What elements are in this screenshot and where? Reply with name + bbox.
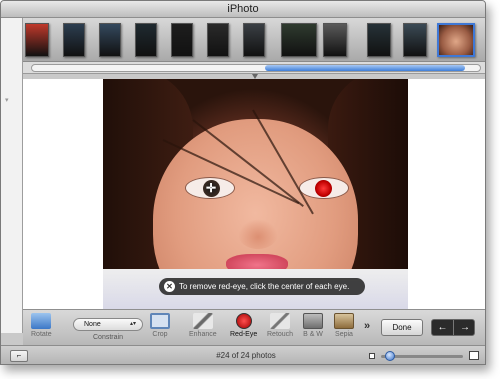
scroll-thumb[interactable] — [265, 65, 465, 71]
retouch-button[interactable]: Retouch — [267, 313, 293, 338]
photo-count: #24 of 24 photos — [216, 351, 276, 360]
filmstrip-thumbnail[interactable] — [403, 23, 427, 57]
filmstrip-thumbnail-selected[interactable] — [437, 23, 475, 57]
red-eye-button[interactable]: Red-Eye — [230, 313, 257, 338]
sepia-button[interactable]: Sepia — [334, 313, 354, 338]
right-eye[interactable] — [299, 177, 349, 199]
filmstrip-thumbnail[interactable] — [281, 23, 317, 57]
crop-icon — [150, 313, 170, 329]
rotate-icon — [31, 313, 52, 329]
select-arrows-icon: ▴▾ — [129, 321, 136, 327]
edit-toolbar: Rotate None ▴▾ Constrain Crop Enhance Re… — [23, 309, 485, 345]
filmstrip-thumbnail[interactable] — [243, 23, 265, 57]
scroll-track[interactable] — [31, 64, 481, 72]
sepia-label: Sepia — [335, 331, 353, 338]
right-pupil-red — [315, 180, 332, 197]
enhance-button[interactable]: Enhance — [189, 313, 217, 338]
window-title: iPhoto — [1, 1, 485, 18]
source-list-edge[interactable]: ▾ — [1, 18, 23, 333]
zoom-knob[interactable] — [384, 351, 395, 361]
photo-nav: ← → — [431, 319, 475, 336]
constrain-select[interactable]: None ▴▾ — [73, 318, 143, 331]
filmstrip-thumbnail[interactable] — [171, 23, 193, 57]
rotate-button[interactable]: Rotate — [31, 313, 52, 338]
red-eye-hint: ✕ To remove red-eye, click the center of… — [159, 278, 365, 295]
next-photo-button[interactable]: → — [454, 320, 474, 335]
filmstrip-thumbnail[interactable] — [367, 23, 391, 57]
retouch-label: Retouch — [267, 331, 294, 338]
done-button[interactable]: Done — [381, 319, 423, 336]
zoom-large-icon — [469, 351, 479, 360]
edited-photo[interactable]: ✛ — [103, 79, 408, 309]
filmstrip-thumbnail[interactable] — [25, 23, 49, 57]
filmstrip-thumbnail[interactable] — [323, 23, 347, 57]
close-icon[interactable]: ✕ — [164, 281, 175, 292]
constrain-label: Constrain — [93, 334, 123, 341]
rotate-label: Rotate — [31, 331, 52, 338]
brush-icon — [270, 313, 291, 329]
constrain-value: None — [84, 321, 101, 328]
magic-wand-icon — [192, 313, 213, 329]
previous-photo-button[interactable]: ← — [432, 320, 454, 335]
filmstrip-thumbnail[interactable] — [207, 23, 229, 57]
zoom-small-icon — [369, 353, 375, 359]
enhance-label: Enhance — [189, 331, 217, 338]
photo-nose — [238, 219, 278, 249]
zoom-slider[interactable] — [381, 351, 463, 361]
crop-button[interactable]: Crop — [150, 313, 170, 338]
red-eye-icon — [235, 313, 252, 329]
filmstrip — [23, 18, 485, 62]
bw-label: B & W — [303, 331, 323, 338]
more-tools-button[interactable]: » — [364, 320, 370, 332]
filmstrip-scrollbar[interactable] — [23, 62, 485, 74]
red-eye-label: Red-Eye — [230, 331, 258, 338]
left-eye[interactable]: ✛ — [185, 177, 235, 199]
key-icon[interactable]: ⌐ — [10, 350, 28, 362]
red-eye-hint-text: To remove red-eye, click the center of e… — [179, 282, 350, 291]
crosshair-cursor-icon: ✛ — [206, 181, 217, 195]
bw-icon — [303, 313, 323, 329]
source-list-glyph: ▾ — [5, 97, 9, 104]
sepia-icon — [334, 313, 354, 329]
filmstrip-thumbnail[interactable] — [135, 23, 157, 57]
status-bar: ⌐ #24 of 24 photos — [1, 345, 485, 364]
filmstrip-thumbnail[interactable] — [63, 23, 85, 57]
photo-view: ✛ ✕ To remove red-eye, click the center … — [23, 79, 485, 309]
iphoto-window: iPhoto ▾ ✛ ✕ To remove red-eye, click th… — [0, 0, 486, 365]
crop-label: Crop — [152, 331, 168, 338]
bw-button[interactable]: B & W — [303, 313, 323, 338]
filmstrip-thumbnail[interactable] — [99, 23, 121, 57]
